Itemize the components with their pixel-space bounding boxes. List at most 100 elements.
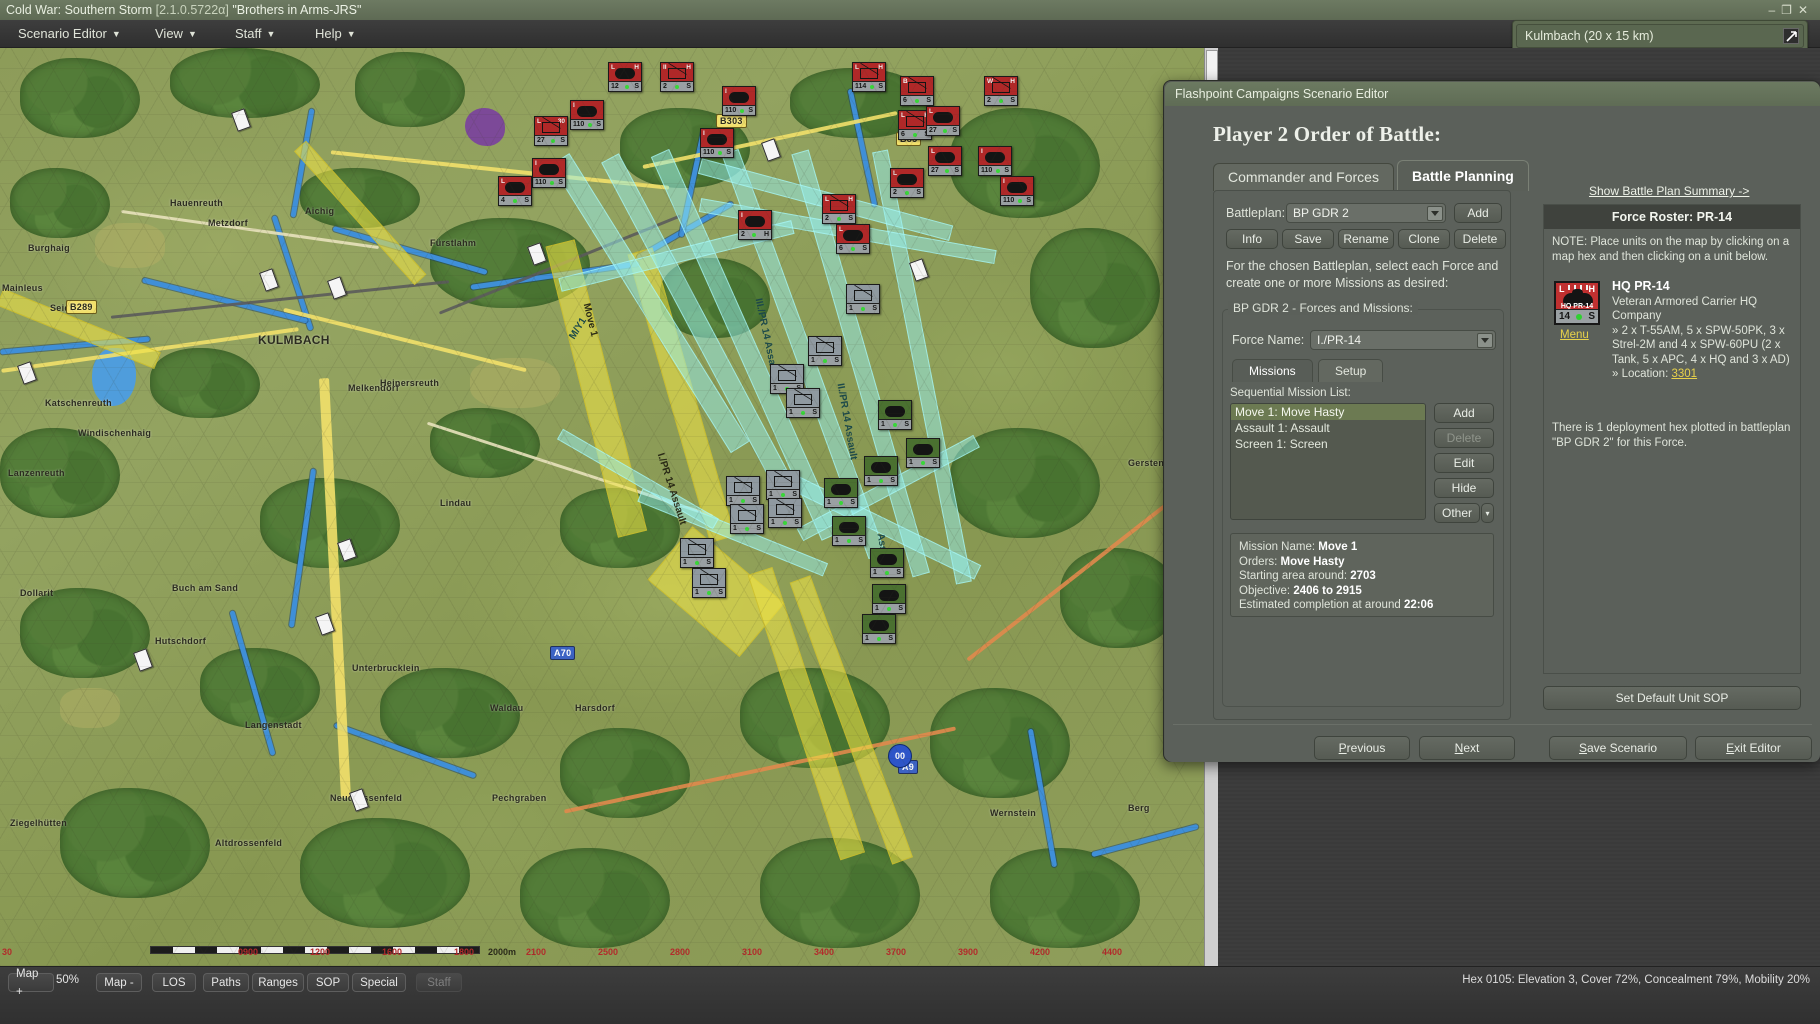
unit-type-line-1: Veteran Armored Carrier HQ (1612, 296, 1757, 308)
dialog-body: Player 2 Order of Battle: Commander and … (1165, 106, 1820, 762)
ranges-button[interactable]: Ranges (252, 973, 304, 992)
menu-label: Scenario Editor (18, 26, 107, 41)
force-roster-panel: Force Roster: PR-14 NOTE: Place units on… (1543, 204, 1801, 674)
subtab-setup[interactable]: Setup (1318, 359, 1383, 382)
battleplan-select[interactable]: BP GDR 2 (1286, 203, 1446, 223)
chevron-down-icon: ▼ (112, 29, 121, 39)
unit-menu-link[interactable]: Menu (1560, 329, 1589, 341)
tabbar: Commander and ForcesBattle Planning (1213, 160, 1532, 191)
chevron-down-icon: ▼ (267, 29, 276, 39)
minimize-icon[interactable]: – (1768, 3, 1781, 17)
expand-icon[interactable] (1783, 28, 1799, 44)
accel-char: E (1726, 741, 1734, 755)
battleplan-info-button[interactable]: Info (1226, 229, 1278, 249)
battleplan-save-button[interactable]: Save (1282, 229, 1334, 249)
save-scenario-button[interactable]: Save Scenario (1549, 736, 1687, 760)
chevron-down-icon: ▼ (347, 29, 356, 39)
map-zoom-out-button[interactable]: Map - (96, 973, 142, 992)
app-version: [2.1.0.5722α] (156, 3, 229, 17)
menu-view[interactable]: View ▼ (145, 20, 207, 48)
force-roster-title: Force Roster: PR-14 (1544, 205, 1800, 229)
map-pane[interactable]: M/Y1 III./PR 14 Assault II./PR 14 Assaul… (0, 48, 1218, 966)
sop-button[interactable]: SOP (307, 973, 349, 992)
window-titlebar: Cold War: Southern Storm [2.1.0.5722α] "… (0, 0, 1820, 20)
map-name-inner: Kulmbach (20 x 15 km) (1516, 24, 1804, 48)
scenario-editor-dialog: Flashpoint Campaigns Scenario Editor Pla… (1163, 80, 1820, 762)
menu-help[interactable]: Help ▼ (305, 20, 366, 48)
sequential-mission-list[interactable]: Move 1: Move Hasty Assault 1: Assault Sc… (1230, 403, 1426, 520)
detail-label: Estimated completion at around (1239, 599, 1401, 611)
counter-strength: 14 (1559, 311, 1570, 322)
previous-button[interactable]: Previous (1314, 736, 1410, 760)
mission-detail-start: Starting area around: 2703 (1239, 569, 1485, 584)
list-item[interactable]: Assault 1: Assault (1231, 420, 1425, 436)
show-battle-plan-summary-link[interactable]: Show Battle Plan Summary -> (1589, 184, 1749, 198)
chevron-down-icon[interactable] (1477, 333, 1493, 348)
list-item[interactable]: Screen 1: Screen (1231, 436, 1425, 452)
menu-label: View (155, 26, 183, 41)
battleplan-label: Battleplan: (1226, 206, 1285, 220)
hex-grid-overlay (0, 48, 1218, 966)
mission-add-button[interactable]: Add (1434, 403, 1494, 423)
dialog-titlebar: Flashpoint Campaigns Scenario Editor (1165, 82, 1820, 106)
force-name-select[interactable]: I./PR-14 (1310, 330, 1496, 350)
unit-type-line-2: Company (1612, 310, 1661, 322)
chevron-down-icon[interactable] (1427, 206, 1443, 221)
instructions-line-2: create one or more Missions as desired: (1226, 276, 1448, 290)
next-button[interactable]: Next (1419, 736, 1515, 760)
set-default-unit-sop-button[interactable]: Set Default Unit SOP (1543, 686, 1801, 710)
detail-value: Move 1 (1318, 541, 1357, 553)
detail-value: 2703 (1350, 570, 1376, 582)
menu-scenario-editor[interactable]: Scenario Editor ▼ (8, 20, 131, 48)
unit-description: HQ PR-14 Veteran Armored Carrier HQ Comp… (1612, 279, 1794, 382)
window-controls: –❐✕ (1768, 0, 1814, 20)
mission-edit-button[interactable]: Edit (1434, 453, 1494, 473)
map-canvas[interactable]: M/Y1 III./PR 14 Assault II./PR 14 Assaul… (0, 48, 1218, 966)
los-button[interactable]: LOS (152, 973, 196, 992)
mission-hide-button[interactable]: Hide (1434, 478, 1494, 498)
mission-list-label: Sequential Mission List: (1230, 387, 1351, 399)
unit-location-value[interactable]: 3301 (1671, 368, 1697, 380)
paths-button[interactable]: Paths (203, 973, 249, 992)
subtab-missions[interactable]: Missions (1232, 359, 1313, 382)
close-icon[interactable]: ✕ (1798, 3, 1814, 17)
exit-editor-label: xit Editor (1734, 741, 1781, 755)
battleplan-delete-button[interactable]: Delete (1454, 229, 1506, 249)
detail-label: Objective: (1239, 585, 1290, 597)
maximize-icon[interactable]: ❐ (1781, 3, 1798, 17)
mission-details-box: Mission Name: Move 1 Orders: Move Hasty … (1230, 533, 1494, 617)
mission-detail-name: Mission Name: Move 1 (1239, 540, 1485, 555)
mission-other-dropdown-icon[interactable]: ▾ (1481, 503, 1494, 523)
force-name-label: Force Name: (1232, 333, 1304, 347)
battle-planning-panel: Battleplan: BP GDR 2 Add Info Save Renam… (1213, 190, 1511, 720)
detail-label: Mission Name: (1239, 541, 1315, 553)
battleplan-add-button[interactable]: Add (1454, 203, 1502, 223)
special-button[interactable]: Special (352, 973, 406, 992)
tab-battle-planning[interactable]: Battle Planning (1397, 160, 1529, 191)
zoom-level-label: 50% (56, 974, 79, 986)
map-zoom-in-button[interactable]: Map + (8, 973, 54, 992)
force-name-value: I./PR-14 (1317, 333, 1361, 347)
unit-composition: » 2 x T-55AM, 5 x SPW-50PK, 3 x Strel-2M… (1612, 325, 1790, 366)
status-dot-icon (1576, 314, 1582, 320)
detail-value: 22:06 (1404, 599, 1433, 611)
exit-editor-button[interactable]: Exit Editor (1695, 736, 1812, 760)
menu-label: Help (315, 26, 342, 41)
list-item[interactable]: Move 1: Move Hasty (1231, 404, 1425, 420)
unit-location-label: » Location: (1612, 368, 1668, 380)
accel-char: P (1339, 741, 1347, 755)
battleplan-clone-button[interactable]: Clone (1398, 229, 1450, 249)
menu-staff[interactable]: Staff▼ (225, 20, 285, 48)
app-title: Cold War: Southern Storm (6, 3, 152, 17)
tab-commander-and-forces[interactable]: Commander and Forces (1213, 163, 1394, 191)
battleplan-rename-button[interactable]: Rename (1338, 229, 1394, 249)
accel-char: S (1579, 741, 1587, 755)
unit-counter-icon[interactable]: L H HQ PR-14 14 S (1554, 281, 1600, 325)
counter-status: S (1588, 311, 1595, 322)
chevron-down-icon: ▼ (188, 29, 197, 39)
force-roster-note: NOTE: Place units on the map by clicking… (1552, 235, 1794, 264)
previous-label: revious (1347, 741, 1386, 755)
mission-other-button[interactable]: Other (1434, 503, 1480, 523)
detail-value: Move Hasty (1281, 556, 1345, 568)
footer-divider (1173, 724, 1812, 725)
